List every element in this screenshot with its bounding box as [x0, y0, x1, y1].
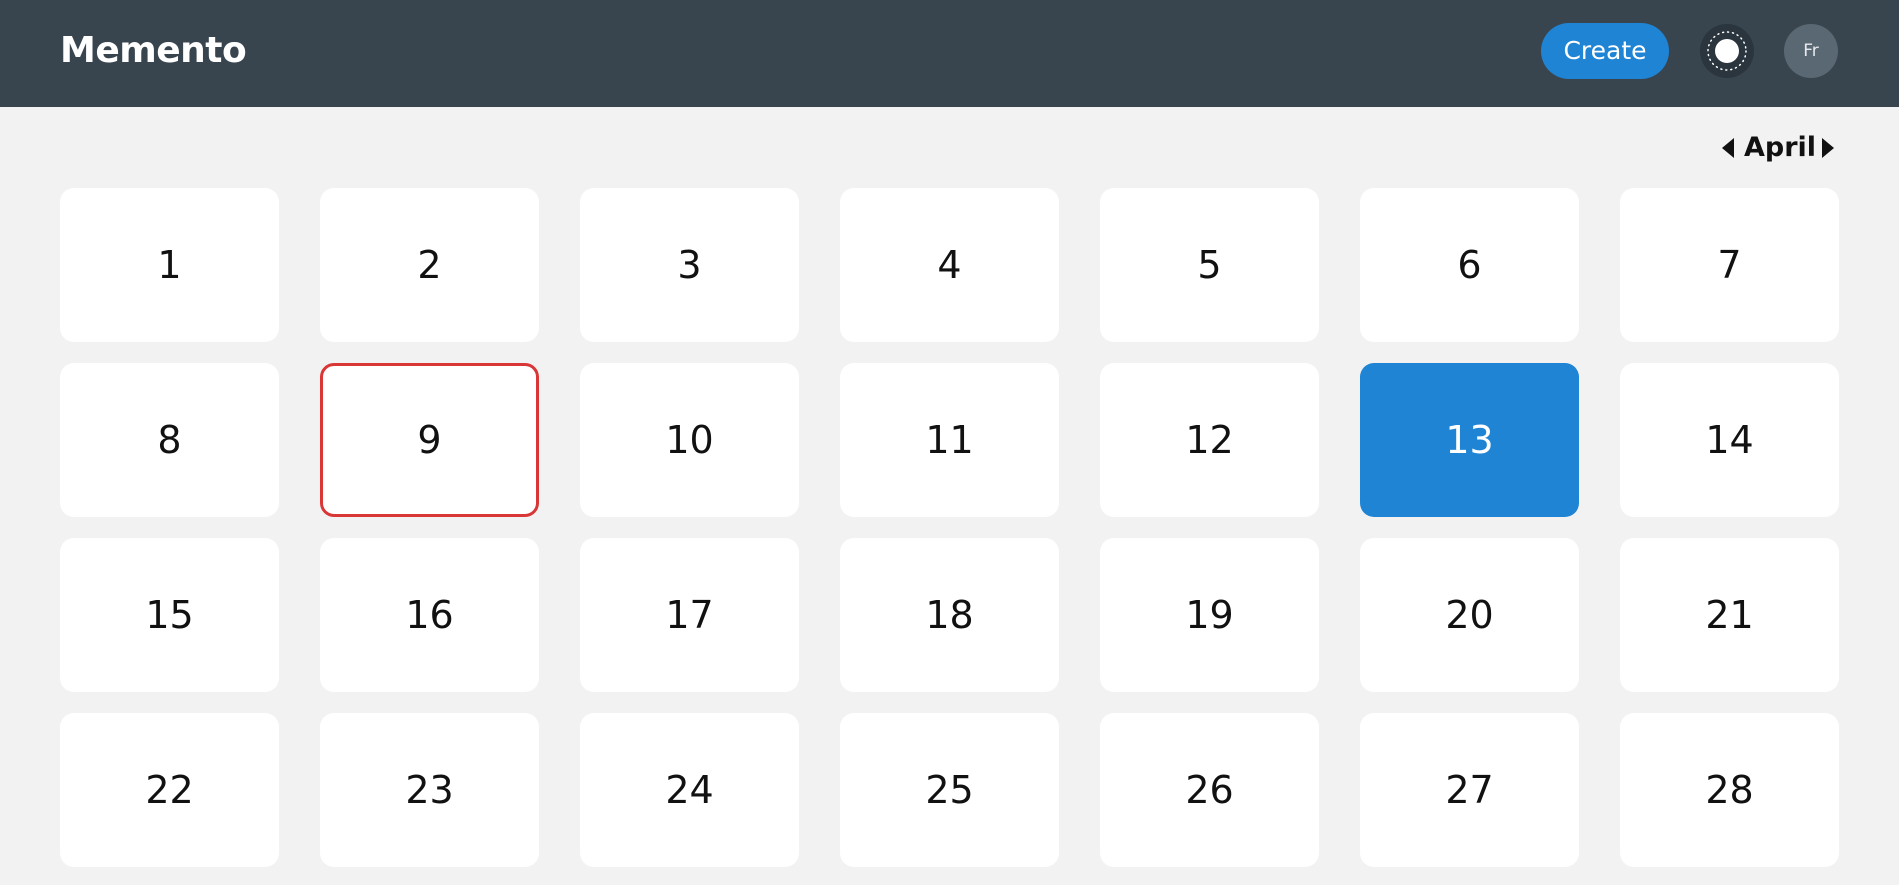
day-cell-28[interactable]: 28	[1620, 713, 1839, 867]
day-cell-4[interactable]: 4	[840, 188, 1059, 342]
day-cell-7[interactable]: 7	[1620, 188, 1839, 342]
day-cell-26[interactable]: 26	[1100, 713, 1319, 867]
day-cell-27[interactable]: 27	[1360, 713, 1579, 867]
day-cell-24[interactable]: 24	[580, 713, 799, 867]
month-label: April	[1743, 132, 1817, 163]
day-cell-1[interactable]: 1	[60, 188, 279, 342]
previous-month-icon[interactable]	[1722, 138, 1734, 158]
day-cell-23[interactable]: 23	[320, 713, 539, 867]
day-cell-13[interactable]: 13	[1360, 363, 1579, 517]
next-month-icon[interactable]	[1822, 138, 1834, 158]
app-header: Memento Create Fr	[0, 0, 1899, 107]
day-cell-10[interactable]: 10	[580, 363, 799, 517]
month-navigator: April	[1718, 128, 1838, 168]
day-cell-5[interactable]: 5	[1100, 188, 1319, 342]
day-cell-17[interactable]: 17	[580, 538, 799, 692]
day-cell-21[interactable]: 21	[1620, 538, 1839, 692]
day-cell-19[interactable]: 19	[1100, 538, 1319, 692]
theme-toggle-button[interactable]	[1700, 24, 1754, 78]
sun-icon	[1707, 31, 1747, 71]
day-cell-25[interactable]: 25	[840, 713, 1059, 867]
language-switch-button[interactable]: Fr	[1784, 24, 1838, 78]
day-cell-2[interactable]: 2	[320, 188, 539, 342]
day-cell-3[interactable]: 3	[580, 188, 799, 342]
day-cell-14[interactable]: 14	[1620, 363, 1839, 517]
day-cell-6[interactable]: 6	[1360, 188, 1579, 342]
create-button[interactable]: Create	[1541, 23, 1669, 79]
day-cell-18[interactable]: 18	[840, 538, 1059, 692]
day-cell-20[interactable]: 20	[1360, 538, 1579, 692]
day-cell-8[interactable]: 8	[60, 363, 279, 517]
day-cell-9[interactable]: 9	[320, 363, 539, 517]
day-cell-15[interactable]: 15	[60, 538, 279, 692]
app-logo-title[interactable]: Memento	[60, 27, 247, 75]
calendar-grid: 1 2 3 4 5 6 7 8 9 10 11 12 13 14 15 16 17 18 19 20 21 22 23 24 2…	[60, 188, 1839, 867]
day-cell-11[interactable]: 11	[840, 363, 1059, 517]
day-cell-22[interactable]: 22	[60, 713, 279, 867]
day-cell-12[interactable]: 12	[1100, 363, 1319, 517]
day-cell-16[interactable]: 16	[320, 538, 539, 692]
